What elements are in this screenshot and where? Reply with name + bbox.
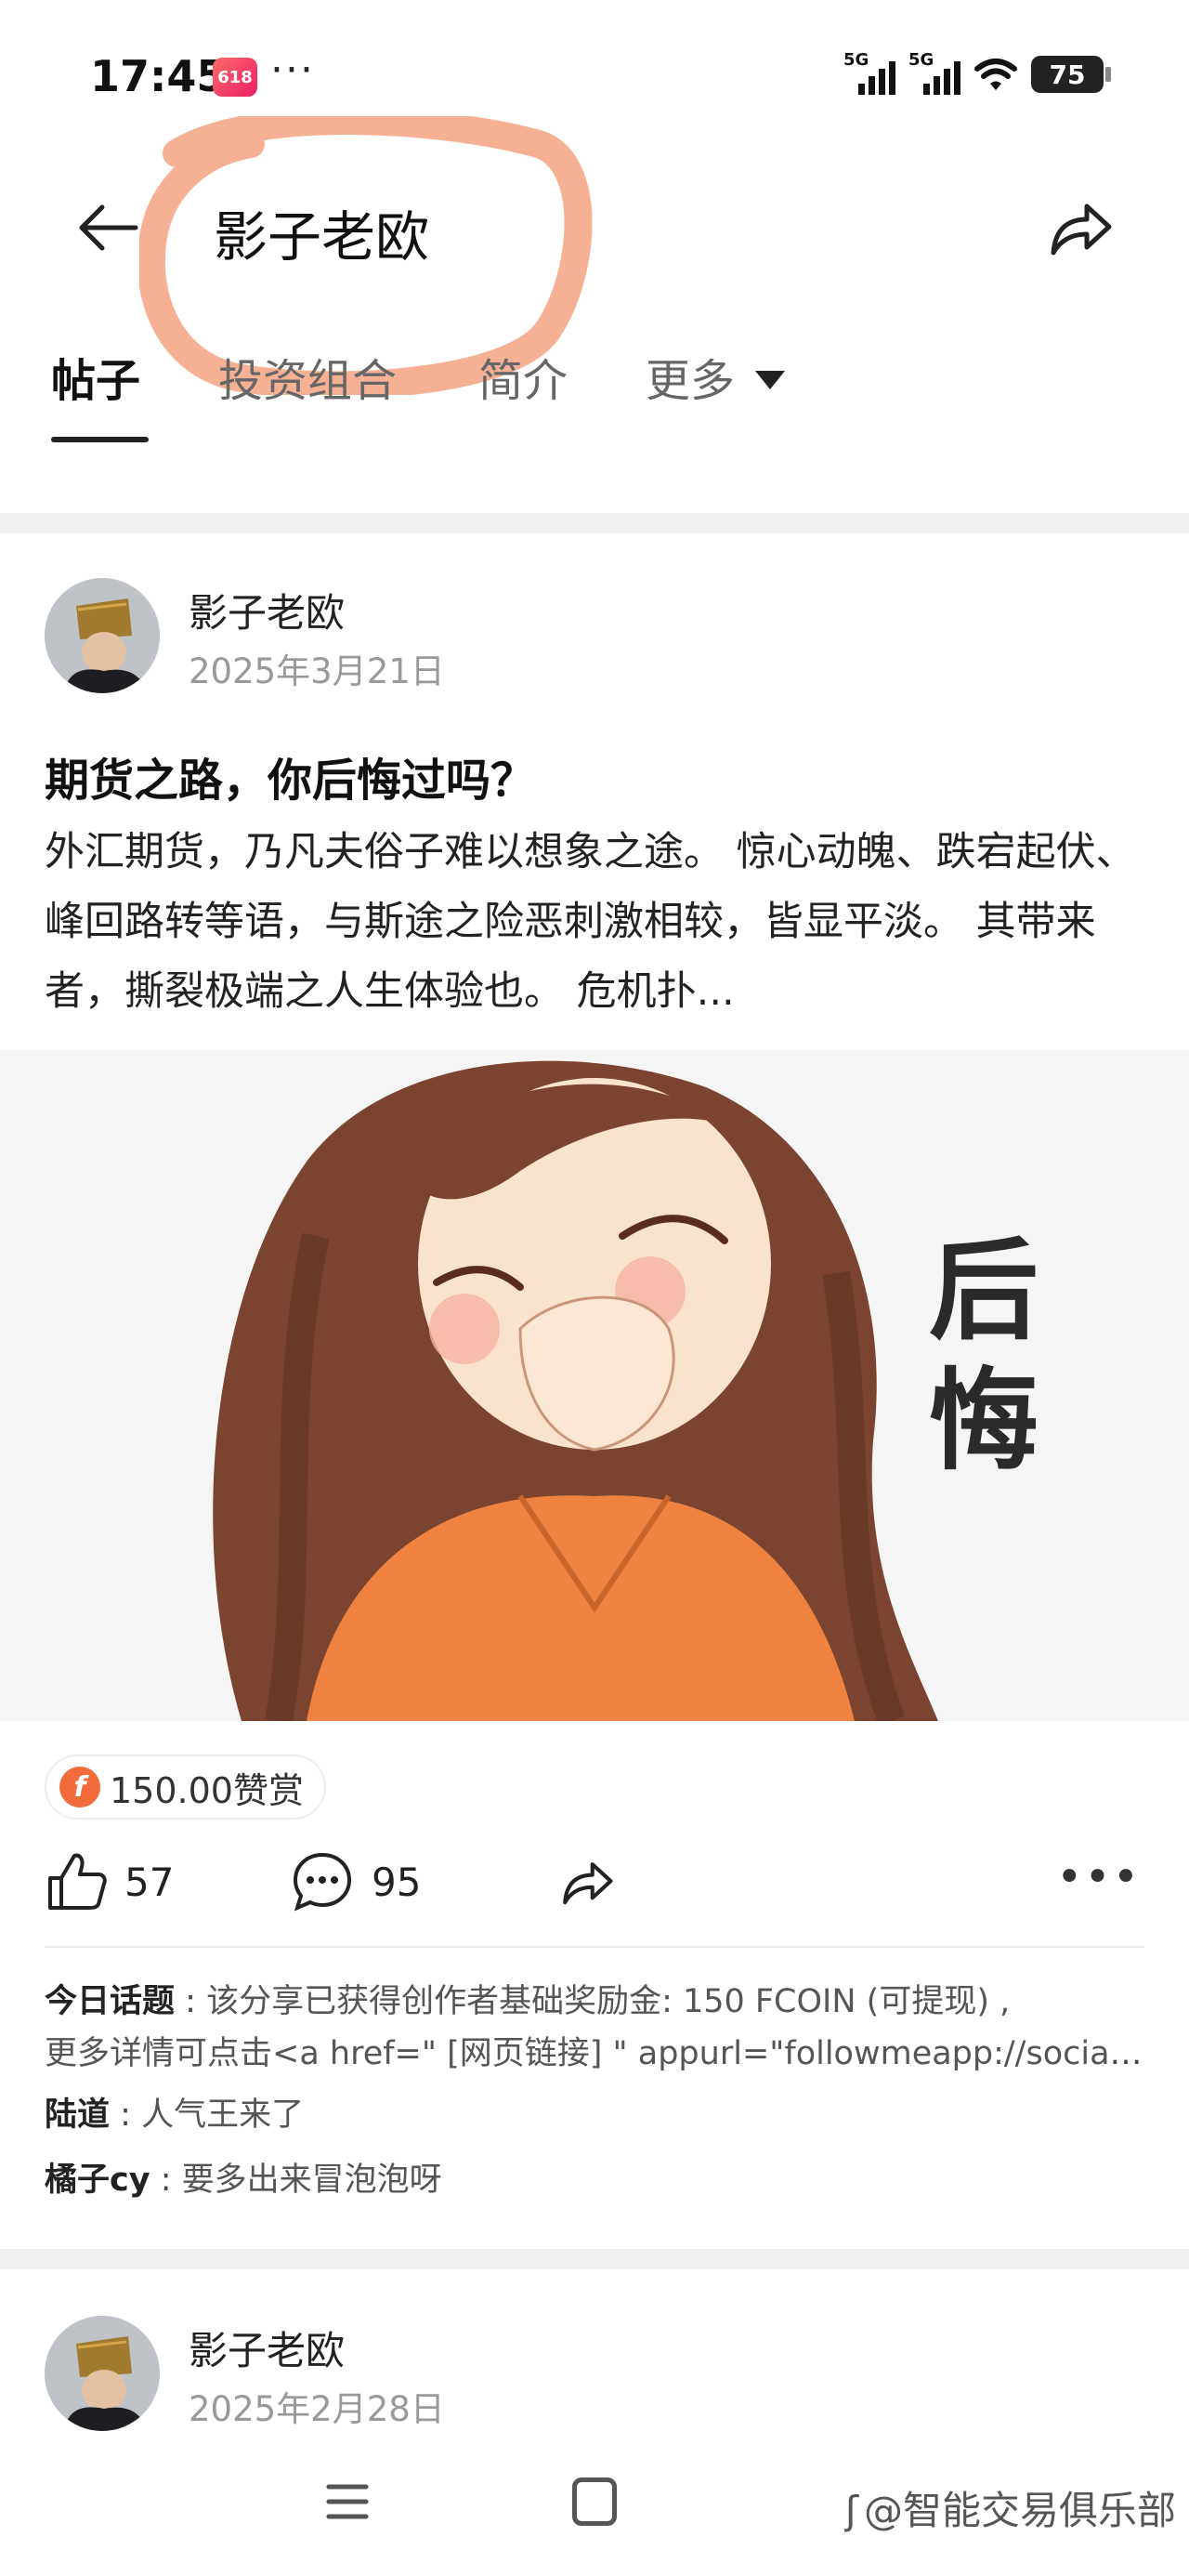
share-icon: [563, 1862, 613, 1905]
author-avatar[interactable]: [45, 578, 160, 693]
battery-icon: 75: [1031, 56, 1111, 93]
recent-apps-icon[interactable]: [325, 2479, 370, 2524]
author-avatar[interactable]: [45, 2316, 160, 2431]
comment-item[interactable]: 橘子cy : 要多出来冒泡泡呀: [45, 2154, 1150, 2206]
post-date: 2025年2月28日: [189, 2389, 445, 2429]
status-bar: 17:45 618 ··· 5G 5G 75: [0, 0, 1189, 158]
tab-portfolio[interactable]: 投资组合: [218, 344, 397, 409]
share-icon[interactable]: [1044, 191, 1117, 264]
thumbs-up-icon: [48, 1853, 107, 1910]
back-arrow-icon[interactable]: [74, 200, 141, 256]
comment-item[interactable]: 陆道 : 人气王来了: [45, 2089, 1150, 2141]
status-time: 17:45: [90, 51, 227, 101]
home-button-icon[interactable]: [572, 2477, 617, 2526]
comment-count: 95: [372, 1859, 422, 1905]
post-actions: 57 95 •••: [0, 1849, 1189, 1924]
comment-separator: :: [175, 1983, 207, 2020]
more-options-icon[interactable]: •••: [1056, 1855, 1141, 1899]
like-button[interactable]: 57: [45, 1849, 174, 1914]
post-title[interactable]: 期货之路，你后悔过吗？: [45, 743, 535, 808]
comment-text: 人气王来了: [141, 2096, 305, 2134]
like-count: 57: [124, 1859, 175, 1905]
watermark: ʃ @智能交易俱乐部: [844, 2488, 1176, 2533]
profile-header: 影子老欧: [0, 158, 1189, 297]
page-title: 影子老欧: [214, 205, 430, 269]
comment-separator: :: [110, 2096, 142, 2134]
cellular-signal-icon: 5G: [843, 50, 895, 95]
comment-text: 更多详情可点击<a href=" [网页链接] " appurl="follow…: [45, 2035, 1150, 2072]
share-button[interactable]: [557, 1849, 617, 1914]
tab-posts[interactable]: 帖子: [51, 344, 140, 409]
author-name[interactable]: 影子老欧: [189, 582, 345, 638]
comment-item[interactable]: 今日话题 : 该分享已获得创作者基础奖励金: 150 FCOIN (可提现) ,: [45, 1976, 1150, 2028]
reward-button[interactable]: f 150.00赞赏: [45, 1755, 326, 1820]
status-indicators: 5G 5G 75: [843, 50, 1111, 95]
comment-text: 要多出来冒泡泡呀: [181, 2162, 442, 2199]
post-excerpt[interactable]: 外汇期货，乃凡夫俗子难以想象之途。 惊心动魄、跌宕起伏、峰回路转等语，与斯途之险…: [45, 818, 1144, 1027]
dropdown-arrow-icon: [755, 371, 786, 389]
tab-more[interactable]: 更多: [646, 344, 786, 409]
coin-icon: f: [59, 1767, 100, 1807]
comment-user: 橘子cy: [45, 2162, 150, 2199]
tab-profile[interactable]: 简介: [478, 344, 568, 409]
image-text-hui: 悔: [929, 1357, 1039, 1485]
comment-user: 今日话题: [45, 1983, 176, 2020]
comment-button[interactable]: 95: [290, 1849, 421, 1914]
reward-label: 150.00赞赏: [110, 1769, 304, 1811]
section-divider: [0, 2249, 1189, 2269]
comment-icon: [293, 1852, 352, 1912]
image-text-hui: 后: [929, 1227, 1039, 1355]
author-name[interactable]: 影子老欧: [189, 2320, 345, 2376]
comment-user: 陆道: [45, 2096, 111, 2134]
post-image[interactable]: 后 悔: [0, 1050, 1189, 1721]
wifi-icon: [974, 59, 1017, 90]
comment-text: 该分享已获得创作者基础奖励金: 150 FCOIN (可提现) ,: [206, 1983, 1011, 2020]
post-date: 2025年3月21日: [189, 651, 445, 691]
comment-separator: :: [150, 2162, 182, 2199]
comment-item[interactable]: 更多详情可点击<a href=" [网页链接] " appurl="follow…: [45, 2028, 1150, 2080]
system-nav-bar: ʃ @智能交易俱乐部: [0, 2444, 1189, 2576]
section-divider: [0, 513, 1189, 533]
cellular-signal-icon: 5G: [908, 50, 960, 95]
active-tab-indicator: [51, 437, 149, 442]
profile-tabs: 帖子 投资组合 简介 更多: [0, 335, 1189, 446]
more-notifications-icon: ···: [270, 46, 315, 94]
comments-separator: [45, 1946, 1144, 1948]
app-notification-icon: 618: [213, 58, 257, 97]
